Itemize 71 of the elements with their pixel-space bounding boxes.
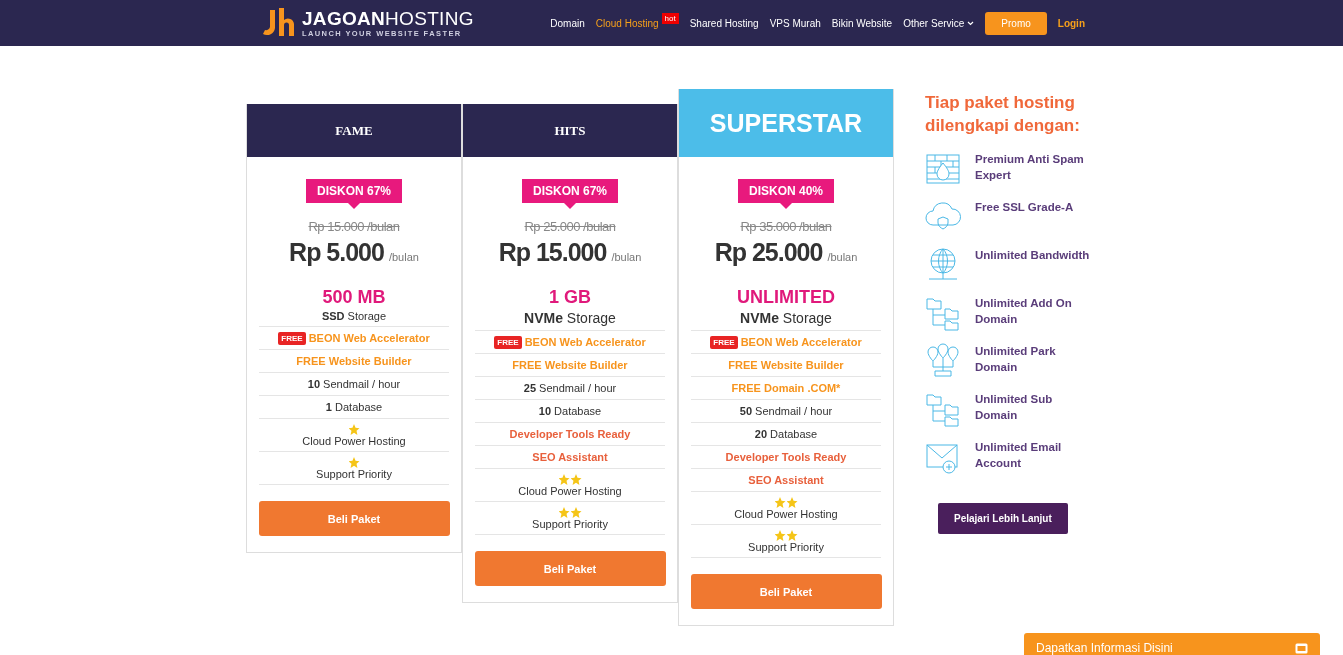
feature-text: Developer Tools Ready bbox=[509, 428, 631, 440]
firewall-icon bbox=[925, 151, 961, 187]
feature-text: FREE Website Builder bbox=[512, 359, 628, 371]
plan-price: Rp 25.000 bbox=[714, 238, 823, 267]
folder-tree-icon bbox=[925, 391, 961, 427]
old-price: Rp 25.000 /bulan bbox=[524, 219, 616, 234]
old-price: Rp 15.000 /bulan bbox=[308, 219, 400, 234]
included-feature: Unlimited Park Domain bbox=[975, 344, 1057, 375]
free-badge: FREE bbox=[278, 331, 306, 345]
included-feature: Unlimited Sub Domain bbox=[975, 392, 1054, 423]
storage-size: 1 GB bbox=[549, 287, 591, 308]
feature-text: BEON Web Accelerator bbox=[740, 336, 862, 348]
old-price: Rp 35.000 /bulan bbox=[740, 219, 832, 234]
feature-text: Support Priority bbox=[532, 518, 608, 530]
location-pins-icon bbox=[925, 343, 961, 379]
feature-text: 20 Database bbox=[754, 428, 818, 440]
feature-text: 10 Sendmail / hour bbox=[307, 378, 401, 390]
nav-link[interactable]: Shared Hosting bbox=[689, 17, 759, 29]
nav-link[interactable]: Bikin Website bbox=[831, 17, 893, 29]
hot-badge: hot bbox=[661, 12, 679, 24]
folder-tree-icon bbox=[925, 295, 961, 331]
feature-text: FREE Domain .COM* bbox=[731, 382, 841, 394]
price-period: /bulan bbox=[388, 251, 419, 263]
logo-text[interactable]: JAGOANHOSTING bbox=[302, 8, 474, 29]
feature-text: 50 Sendmail / hour bbox=[739, 405, 833, 417]
feature-text: Cloud Power Hosting bbox=[734, 508, 838, 520]
plan-price: Rp 15.000 bbox=[498, 238, 607, 267]
feature-text: SEO Assistant bbox=[748, 474, 824, 486]
feature-text: Support Priority bbox=[316, 468, 392, 480]
nav-link[interactable]: Other Service bbox=[903, 17, 975, 29]
feature-text: Support Priority bbox=[748, 541, 824, 553]
minimize-icon[interactable] bbox=[1295, 643, 1308, 654]
plan-name: HITS bbox=[463, 104, 677, 157]
storage-size: 500 MB bbox=[322, 287, 386, 308]
logo-icon bbox=[262, 8, 296, 38]
plan-price: Rp 5.000 bbox=[289, 238, 384, 267]
login-link[interactable]: Login bbox=[1057, 17, 1085, 29]
feature-text: FREE Website Builder bbox=[728, 359, 844, 371]
plan-name: SUPERSTAR bbox=[679, 89, 893, 157]
feature-text: 1 Database bbox=[325, 401, 383, 413]
nav-link[interactable]: VPS Murah bbox=[769, 17, 821, 29]
learn-more-button[interactable]: Pelajari Lebih Lanjut bbox=[938, 503, 1068, 534]
feature-text: Developer Tools Ready bbox=[725, 451, 847, 463]
storage-size: UNLIMITED bbox=[737, 287, 835, 308]
included-feature: Free SSL Grade-A bbox=[975, 200, 1075, 215]
included-feature: Unlimited Email Account bbox=[975, 440, 1063, 471]
feature-text: SEO Assistant bbox=[532, 451, 608, 463]
storage-label: NVMe Storage bbox=[524, 310, 616, 326]
nav-link[interactable]: Domain bbox=[550, 17, 585, 29]
included-feature: Unlimited Bandwidth bbox=[975, 248, 1091, 263]
storage-label: NVMe Storage bbox=[740, 310, 832, 326]
feature-text: Cloud Power Hosting bbox=[302, 435, 406, 447]
storage-label: SSD Storage bbox=[321, 310, 387, 322]
feature-text: BEON Web Accelerator bbox=[308, 332, 430, 344]
chat-label: Dapatkan Informasi Disini bbox=[1036, 641, 1173, 655]
feature-text: FREE Website Builder bbox=[296, 355, 412, 367]
feature-text: 10 Database bbox=[538, 405, 602, 417]
feature-text: BEON Web Accelerator bbox=[524, 336, 646, 348]
free-badge: FREE bbox=[494, 335, 522, 349]
price-period: /bulan bbox=[827, 251, 858, 263]
badge-pointer bbox=[348, 203, 360, 209]
section-title: Tiap paket hosting dilengkapi dengan: bbox=[925, 92, 1081, 137]
free-badge: FREE bbox=[710, 335, 738, 349]
feature-text: Cloud Power Hosting bbox=[518, 485, 622, 497]
feature-text: 25 Sendmail / hour bbox=[523, 382, 617, 394]
badge-pointer bbox=[780, 203, 792, 209]
included-feature: Premium Anti Spam Expert bbox=[975, 152, 1085, 183]
included-feature: Unlimited Add On Domain bbox=[975, 296, 1073, 327]
plan-name: FAME bbox=[247, 104, 461, 157]
price-period: /bulan bbox=[611, 251, 642, 263]
badge-pointer bbox=[564, 203, 576, 209]
